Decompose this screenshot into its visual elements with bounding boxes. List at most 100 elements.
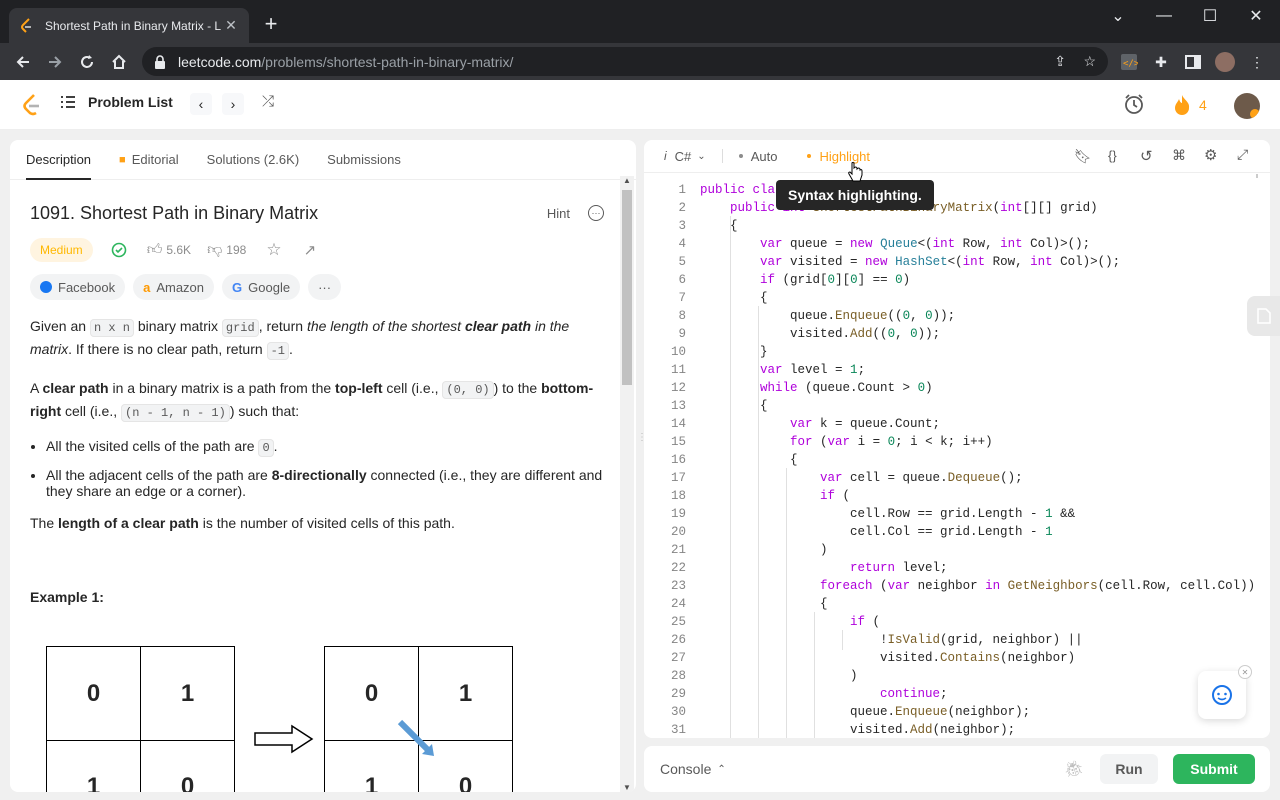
submit-label: Submit bbox=[1190, 761, 1238, 777]
panel-resizer[interactable]: ⋮ bbox=[637, 432, 647, 448]
auto-button[interactable]: Auto bbox=[738, 148, 778, 164]
auto-label: Auto bbox=[750, 148, 778, 164]
solved-check-icon bbox=[111, 242, 127, 258]
description-paragraph-1: Given an n x n binary matrix grid, retur… bbox=[30, 318, 570, 360]
notes-icon[interactable] bbox=[1247, 296, 1280, 336]
code-editor-panel: i C# ⌄ Auto Highlight 🔖︎ {} ↺ ⌘ ⚙ ⤢ 1 pub… bbox=[644, 140, 1270, 738]
minimize-button[interactable]: — bbox=[1141, 0, 1187, 32]
list-item: All the visited cells of the path are 0. bbox=[46, 438, 604, 457]
chat-widget-button[interactable]: ✕ bbox=[1198, 665, 1252, 719]
timer-icon[interactable] bbox=[1123, 93, 1145, 118]
reset-icon[interactable]: ↺ bbox=[1140, 147, 1153, 165]
language-selector[interactable]: i C# ⌄ bbox=[664, 149, 706, 164]
company-name: Amazon bbox=[156, 279, 205, 295]
more-options-icon[interactable]: ··· bbox=[588, 205, 604, 221]
like-button[interactable]: 👍︎ 5.6K bbox=[147, 241, 191, 259]
home-icon[interactable] bbox=[106, 49, 132, 75]
company-tag-facebook[interactable]: Facebook bbox=[30, 274, 126, 300]
leetcode-favicon-icon bbox=[19, 17, 35, 34]
like-count: 5.6K bbox=[166, 243, 192, 257]
settings-gear-icon[interactable]: ⚙ bbox=[1204, 146, 1217, 164]
leetcode-logo-icon[interactable] bbox=[22, 94, 42, 119]
tab-submissions[interactable]: Submissions bbox=[327, 140, 401, 180]
run-label: Run bbox=[1115, 761, 1143, 777]
reload-icon[interactable] bbox=[74, 49, 100, 75]
share-icon[interactable]: ⇪ bbox=[1054, 53, 1066, 70]
share-icon[interactable]: ↗ bbox=[304, 241, 317, 259]
back-icon[interactable] bbox=[10, 49, 36, 75]
profile-avatar[interactable] bbox=[1214, 51, 1236, 73]
browser-tab[interactable]: Shortest Path in Binary Matrix - L ✕ bbox=[9, 8, 249, 43]
browser-menu-icon[interactable]: ⋮ bbox=[1246, 51, 1268, 73]
next-problem-button[interactable]: › bbox=[222, 93, 244, 115]
problem-description: 1091. Shortest Path in Binary Matrix Hin… bbox=[10, 181, 624, 792]
address-bar[interactable]: leetcode.com/problems/shortest-path-in-b… bbox=[142, 47, 1108, 76]
console-toggle[interactable]: Console ⌃ bbox=[660, 761, 726, 777]
editor-toolbar: i C# ⌄ Auto Highlight 🔖︎ {} ↺ ⌘ ⚙ ⤢ bbox=[644, 140, 1270, 173]
scroll-down-icon[interactable]: ▼ bbox=[620, 783, 634, 792]
example-title: Example 1: bbox=[30, 589, 104, 605]
close-chat-icon[interactable]: ✕ bbox=[1238, 665, 1252, 679]
forward-icon[interactable] bbox=[42, 49, 68, 75]
scrollbar[interactable]: ▲ ▼ bbox=[620, 176, 634, 792]
company-tag-google[interactable]: G Google bbox=[222, 274, 301, 300]
leetcode-navbar: Problem List ‹ › ⤮ 4 bbox=[0, 80, 1280, 130]
dislike-button[interactable]: 👎︎ 198 bbox=[207, 241, 246, 259]
bookmark-star-icon[interactable]: ☆ bbox=[1083, 53, 1096, 70]
mouse-cursor-icon bbox=[847, 162, 863, 187]
run-button[interactable]: Run bbox=[1100, 754, 1158, 784]
scroll-up-icon[interactable]: ▲ bbox=[620, 176, 634, 188]
hint-button[interactable]: Hint bbox=[547, 206, 570, 221]
close-window-button[interactable]: ✕ bbox=[1233, 0, 1279, 32]
user-avatar[interactable] bbox=[1234, 93, 1260, 119]
streak-counter[interactable]: 4 bbox=[1173, 94, 1207, 116]
lock-icon bbox=[154, 54, 166, 69]
description-paragraph-3: The length of a clear path is the number… bbox=[30, 515, 455, 531]
tab-search-icon[interactable]: ⌄ bbox=[1095, 0, 1141, 32]
description-paragraph-2: A clear path in a binary matrix is a pat… bbox=[30, 380, 594, 422]
grid-cell: 0 bbox=[140, 740, 235, 792]
shuffle-icon[interactable]: ⤮ bbox=[262, 93, 274, 110]
close-tab-icon[interactable]: ✕ bbox=[223, 17, 239, 34]
more-companies-button[interactable]: ··· bbox=[308, 274, 342, 300]
extensions-puzzle-icon[interactable]: ✚ bbox=[1150, 51, 1172, 73]
url-host: leetcode.com bbox=[178, 53, 262, 70]
company-name: Google bbox=[248, 279, 291, 295]
thumbs-down-icon: 👎︎ bbox=[207, 241, 223, 258]
submit-button[interactable]: Submit bbox=[1173, 754, 1255, 784]
streak-count: 4 bbox=[1199, 97, 1207, 113]
chevron-down-icon: ⌄ bbox=[697, 150, 706, 162]
maximize-button[interactable]: ☐ bbox=[1187, 0, 1233, 32]
code-area[interactable]: 1public class Solution { 2 public int Sh… bbox=[644, 174, 1270, 738]
grid-cell: 1 bbox=[46, 740, 141, 792]
list-icon bbox=[60, 95, 76, 109]
lock-icon: ■ bbox=[119, 153, 126, 166]
browser-toolbar: leetcode.com/problems/shortest-path-in-b… bbox=[0, 43, 1280, 80]
thumbs-up-icon: 👍︎ bbox=[146, 241, 163, 258]
star-icon[interactable]: ☆ bbox=[266, 240, 281, 260]
company-tag-amazon[interactable]: a Amazon bbox=[133, 274, 215, 300]
bookmark-icon[interactable]: 🔖︎ bbox=[1074, 148, 1092, 165]
console-label: Console bbox=[660, 761, 712, 777]
extension-icon[interactable]: </> bbox=[1118, 51, 1140, 73]
grid-cell: 1 bbox=[140, 646, 235, 741]
debug-bug-icon[interactable]: 🐞︎ bbox=[1064, 759, 1084, 779]
fullscreen-icon[interactable]: ⤢ bbox=[1237, 146, 1248, 163]
google-icon: G bbox=[232, 279, 243, 295]
grid-cell: 0 bbox=[46, 646, 141, 741]
tab-description[interactable]: Description bbox=[26, 140, 92, 180]
chat-icon bbox=[1211, 684, 1233, 706]
scrollbar-thumb[interactable] bbox=[622, 190, 632, 385]
url-path: /problems/shortest-path-in-binary-matrix… bbox=[261, 53, 514, 70]
language-label: C# bbox=[674, 148, 692, 164]
braces-icon[interactable]: {} bbox=[1108, 148, 1117, 163]
tab-editorial[interactable]: ■ Editorial bbox=[119, 140, 179, 180]
problem-list-button[interactable]: Problem List bbox=[60, 94, 173, 110]
shortcut-icon[interactable]: ⌘ bbox=[1172, 147, 1186, 164]
dislike-count: 198 bbox=[226, 243, 247, 257]
problem-title: 1091. Shortest Path in Binary Matrix bbox=[30, 202, 319, 223]
tab-solutions[interactable]: Solutions (2.6K) bbox=[207, 140, 300, 180]
new-tab-button[interactable]: + bbox=[259, 12, 283, 36]
prev-problem-button[interactable]: ‹ bbox=[190, 93, 212, 115]
side-panel-icon[interactable] bbox=[1182, 51, 1204, 73]
